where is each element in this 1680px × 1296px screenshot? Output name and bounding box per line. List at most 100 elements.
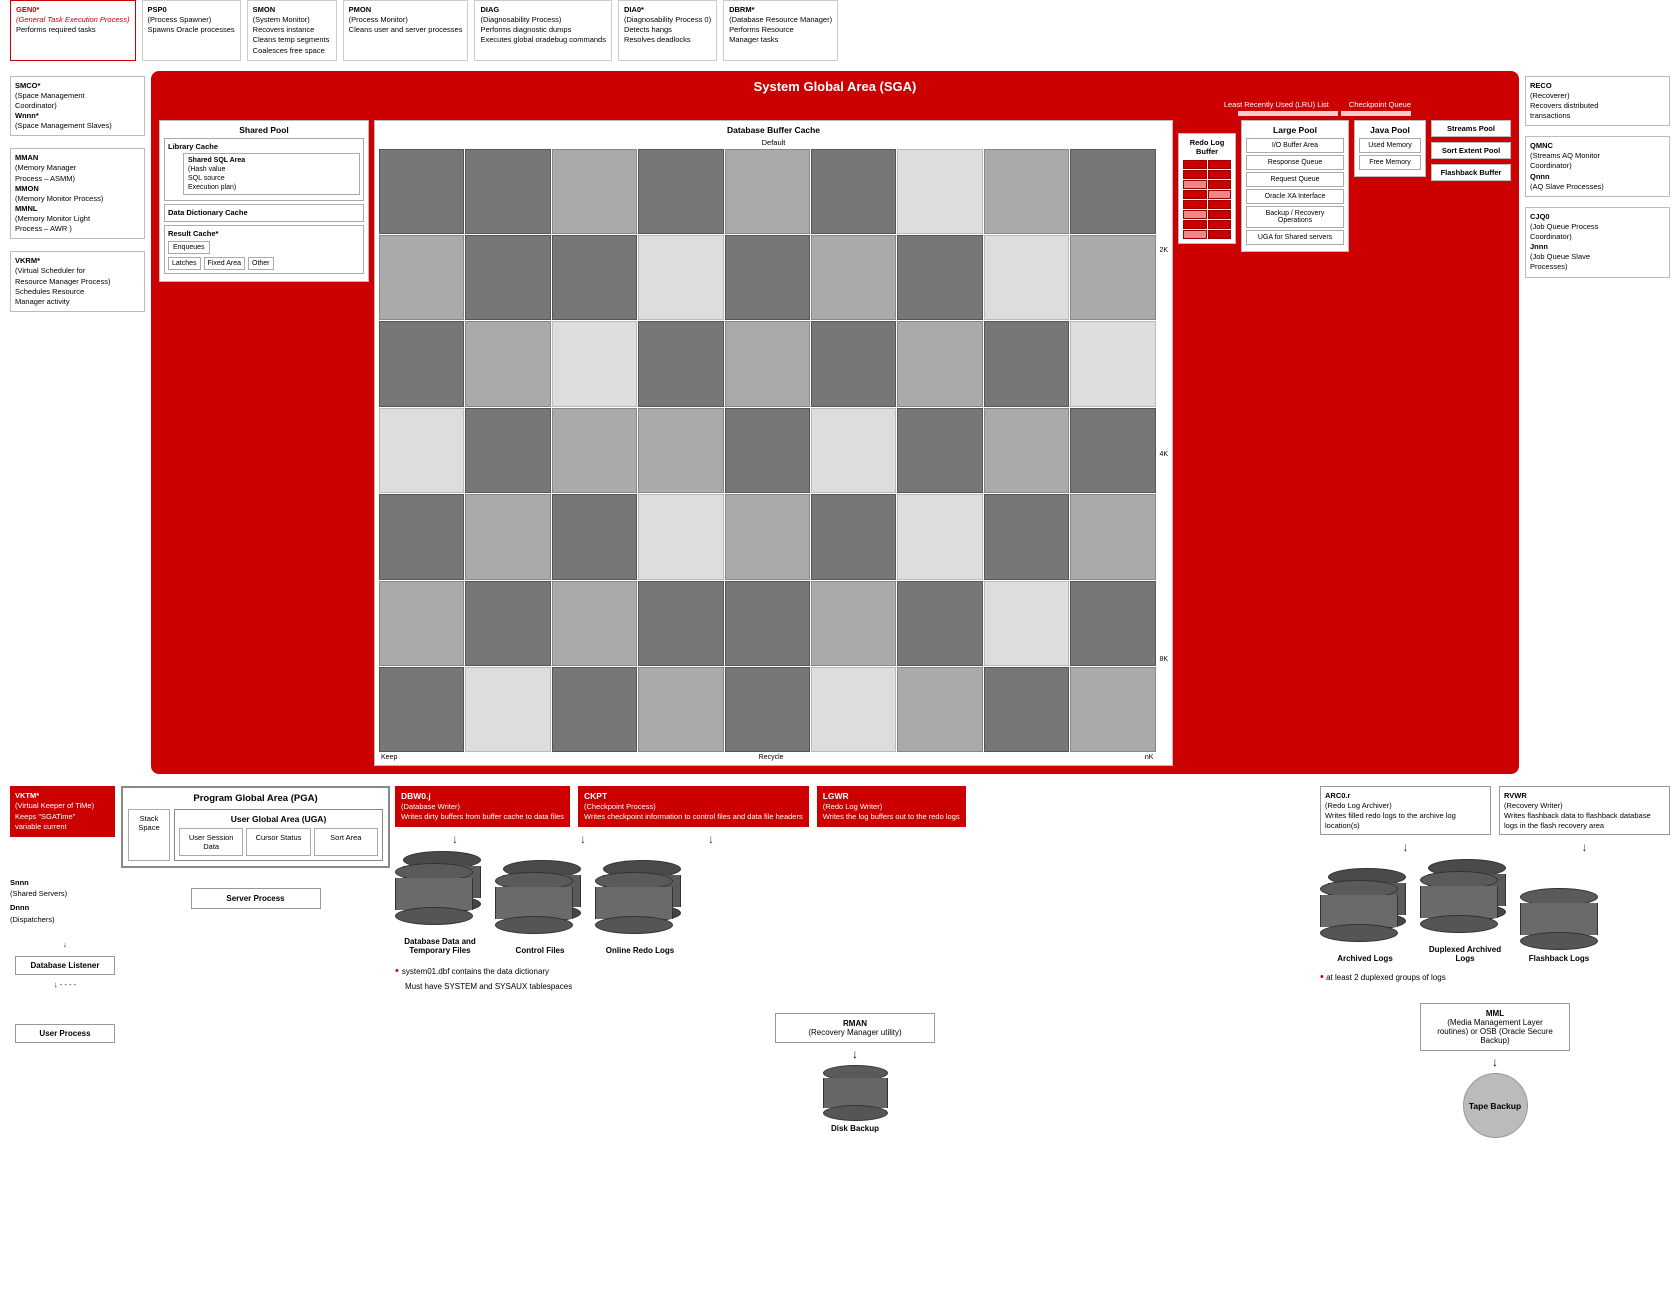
note-dup-text: at least 2 duplexed groups of logs bbox=[1326, 973, 1446, 982]
rman-box: RMAN (Recovery Manager utility) bbox=[775, 1013, 935, 1043]
result-cache-row: Enqueues bbox=[168, 241, 360, 254]
gc-1-8 bbox=[984, 149, 1069, 234]
enqueues-box: Enqueues bbox=[168, 241, 210, 254]
redo-log-container: → Redo Log Buffer bbox=[1178, 120, 1236, 244]
gc-6-7 bbox=[897, 581, 982, 666]
annot-reco: RECO (Recoverer) Recovers distributed tr… bbox=[1525, 76, 1670, 127]
dbc-grid-container: Keep Recycle nK bbox=[379, 149, 1155, 762]
rman-subtitle: (Recovery Manager utility) bbox=[786, 1028, 924, 1037]
rman-arrow-down: ↓ bbox=[395, 1047, 1315, 1061]
rc-9 bbox=[1183, 200, 1207, 209]
dnnn-line2: (Dispatchers) bbox=[10, 914, 115, 925]
duplexed-front bbox=[1420, 871, 1498, 933]
left-annotations: SMCO* (Space Management Coordinator) Wnn… bbox=[10, 71, 145, 312]
pga-section: Program Global Area (PGA) Stack Space Us… bbox=[121, 786, 390, 909]
snnn-line2: (Shared Servers) bbox=[10, 888, 115, 899]
diag-subtitle: (Diagnosability Process) bbox=[480, 15, 606, 25]
archived-group: Archived Logs bbox=[1320, 868, 1410, 963]
k-label-4k: 4K bbox=[1159, 451, 1168, 458]
process-smon: SMON (System Monitor) Recovers instanceC… bbox=[247, 0, 337, 61]
psp0-desc: Spawns Oracle processes bbox=[148, 25, 235, 35]
tape-backup-label: Tape Backup bbox=[1469, 1101, 1521, 1111]
snnn-box: Snnn (Shared Servers) Dnnn (Dispatchers) bbox=[10, 877, 115, 925]
gen0-title: GEN0* bbox=[16, 5, 130, 15]
rc-11 bbox=[1183, 210, 1207, 219]
rvwr-title: RVWR bbox=[1504, 791, 1665, 801]
center-arrows-down: ↓ ↓ ↓ bbox=[395, 832, 1315, 846]
dbc-k-labels: 2K 4K 8K bbox=[1157, 149, 1168, 762]
gc-4-7 bbox=[897, 408, 982, 493]
rc-2 bbox=[1208, 160, 1232, 169]
arr-down-arc: ↓ bbox=[1320, 840, 1491, 854]
gc-1-3 bbox=[552, 149, 637, 234]
vktm-column: VKTM* (Virtual Keeper of TiMe) Keeps "SG… bbox=[10, 786, 115, 925]
rc-10 bbox=[1208, 200, 1232, 209]
gc-3-2 bbox=[465, 321, 550, 406]
archived-front bbox=[1320, 880, 1398, 942]
rvwr-subtitle: (Recovery Writer) bbox=[1504, 801, 1665, 811]
pmon-title: PMON bbox=[349, 5, 463, 15]
arc-box: ARC0.r (Redo Log Archiver) Writes filled… bbox=[1320, 786, 1491, 835]
vktm-box: VKTM* (Virtual Keeper of TiMe) Keeps "SG… bbox=[10, 786, 115, 837]
gc-1-4 bbox=[638, 149, 723, 234]
control-front bbox=[495, 872, 573, 934]
k-label-8k: 8K bbox=[1159, 656, 1168, 663]
shared-sql-source: SQL source bbox=[188, 174, 355, 183]
rc-14 bbox=[1208, 220, 1232, 229]
result-cache-title: Result Cache* bbox=[168, 229, 360, 238]
dbc-grid-row: Keep Recycle nK 2K 4K 8K bbox=[379, 149, 1168, 762]
dbw0-subtitle: (Database Writer) bbox=[401, 802, 564, 812]
lgwr-desc: Writes the log buffers out to the redo l… bbox=[823, 812, 960, 822]
gc-7-4 bbox=[638, 667, 723, 752]
rc-4 bbox=[1208, 170, 1232, 179]
pga-box: Program Global Area (PGA) Stack Space Us… bbox=[121, 786, 390, 868]
gc-2-7 bbox=[897, 235, 982, 320]
gc-6-3 bbox=[552, 581, 637, 666]
vktm-desc1: Keeps "SGATime" bbox=[15, 812, 110, 822]
gc-7-3 bbox=[552, 667, 637, 752]
redo-label: Online Redo Logs bbox=[606, 946, 674, 955]
tape-backup-section: Tape Backup bbox=[1320, 1073, 1670, 1138]
gc-7-5 bbox=[725, 667, 810, 752]
smon-subtitle: (System Monitor) bbox=[253, 15, 331, 25]
gc-3-6 bbox=[811, 321, 896, 406]
mml-arrow-down: ↓ bbox=[1320, 1055, 1670, 1069]
db-data-group: Database Data and Temporary Files bbox=[395, 851, 485, 955]
redo-cells bbox=[1183, 160, 1231, 239]
control-stack bbox=[495, 860, 585, 942]
listener-arrow-down: ↓ - - - - bbox=[15, 980, 115, 989]
vkrm-line5: Manager activity bbox=[15, 297, 140, 307]
psp0-title: PSP0 bbox=[148, 5, 235, 15]
disk-backup-label: Disk Backup bbox=[831, 1124, 879, 1133]
dbc-label-keep: Keep bbox=[381, 754, 397, 761]
gc-2-8 bbox=[984, 235, 1069, 320]
reco-line3: Recovers distributed bbox=[1530, 101, 1665, 111]
arc-desc: Writes filled redo logs to the archive l… bbox=[1325, 811, 1486, 831]
pmon-subtitle: (Process Monitor) bbox=[349, 15, 463, 25]
data-dict-cache-box: Data Dictionary Cache bbox=[164, 204, 364, 222]
bottom-section: VKTM* (Virtual Keeper of TiMe) Keeps "SG… bbox=[10, 786, 1670, 1138]
redo-front bbox=[595, 872, 673, 934]
bg-proc-boxes-row: DBW0.j (Database Writer) Writes dirty bu… bbox=[395, 786, 1315, 827]
java-pool-title: Java Pool bbox=[1359, 125, 1421, 135]
lp-oracle-xa: Oracle XA Interface bbox=[1246, 189, 1344, 204]
mman-line6: MMNL bbox=[15, 204, 140, 214]
mman-line4: MMON bbox=[15, 184, 140, 194]
flashback-label: Flashback Logs bbox=[1529, 954, 1589, 963]
gc-7-6 bbox=[811, 667, 896, 752]
gen0-subtitle: (General Task Execution Process) bbox=[16, 15, 130, 25]
note-2-text: Must have SYSTEM and SYSAUX tablespaces bbox=[405, 981, 572, 994]
note-1-text: system01.dbf contains the data dictionar… bbox=[402, 966, 549, 979]
gc-2-6 bbox=[811, 235, 896, 320]
gc-4-6 bbox=[811, 408, 896, 493]
uga-sort-area: Sort Area bbox=[314, 828, 378, 856]
smco-line5: (Space Management Slaves) bbox=[15, 121, 140, 131]
smon-title: SMON bbox=[253, 5, 331, 15]
gc-2-1 bbox=[379, 235, 464, 320]
sga-title: System Global Area (SGA) bbox=[159, 79, 1511, 94]
uga-user-session: User Session Data bbox=[179, 828, 243, 856]
jp-used-memory: Used Memory bbox=[1359, 138, 1421, 153]
listener-col: ↓ Database Listener ↓ - - - - User Proce… bbox=[15, 940, 115, 1043]
gc-2-2 bbox=[465, 235, 550, 320]
ckpt-subtitle: (Checkpoint Process) bbox=[584, 802, 803, 812]
